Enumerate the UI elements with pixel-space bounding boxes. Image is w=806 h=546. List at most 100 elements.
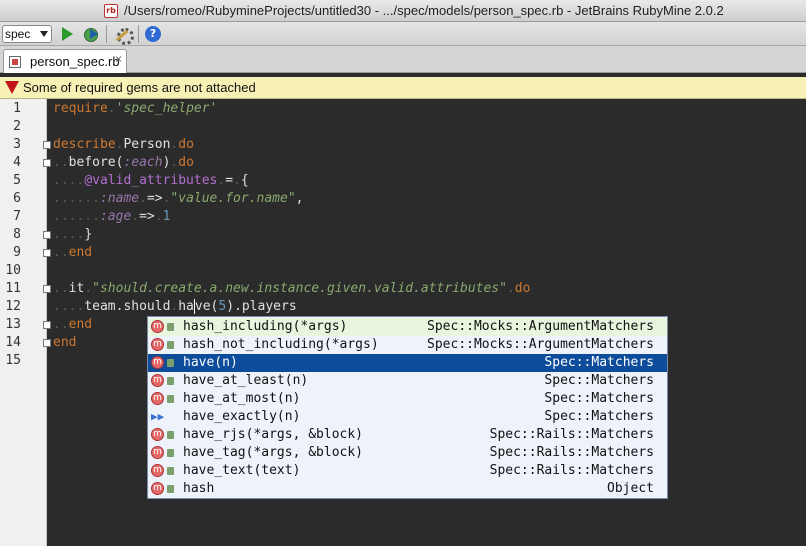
line-number: 7 — [13, 209, 21, 224]
line-number: 10 — [5, 263, 21, 278]
title-bar: rb /Users/romeo/RubymineProjects/untitle… — [0, 0, 806, 22]
method-icon: m — [151, 428, 164, 441]
toolbar-divider — [138, 25, 139, 43]
completion-item-type: Spec::Rails::Matchers — [489, 445, 654, 460]
line-number: 5 — [13, 173, 21, 188]
method-icon: m — [151, 464, 164, 477]
fold-marker-icon[interactable] — [43, 285, 51, 293]
code-line[interactable]: ..end — [53, 316, 92, 334]
line-number: 8 — [13, 227, 21, 242]
line-number: 11 — [5, 281, 21, 296]
editor-tab-strip: person_spec.rb × — [0, 46, 806, 73]
code-line[interactable]: ....team.should.have(5).players — [53, 298, 297, 316]
completion-item-name: have_text(text) — [183, 463, 301, 478]
run-config-label: spec — [5, 27, 31, 41]
code-line[interactable]: ....} — [53, 226, 92, 244]
public-visibility-icon — [167, 323, 174, 331]
method-icon: m — [151, 374, 164, 387]
completion-item[interactable]: m have_at_least(n) Spec::Matchers — [148, 372, 667, 390]
code-line[interactable]: describe.Person.do — [53, 136, 194, 154]
completion-item-name: have(n) — [183, 355, 238, 370]
chevron-down-icon — [40, 31, 48, 37]
method-icon: m — [151, 356, 164, 369]
warning-banner: Some of required gems are not attached — [0, 77, 806, 99]
debug-icon[interactable] — [82, 25, 100, 43]
line-number: 6 — [13, 191, 21, 206]
line-number: 13 — [5, 317, 21, 332]
code-completion-popup[interactable]: m hash_including(*args) Spec::Mocks::Argum… — [147, 316, 668, 499]
fold-marker-icon[interactable] — [43, 159, 51, 167]
completion-item[interactable]: ▶▶ have_exactly(n) Spec::Matchers — [148, 408, 667, 426]
help-icon[interactable]: ? — [145, 26, 161, 42]
close-icon[interactable]: × — [115, 52, 122, 66]
completion-item-name: hash_including(*args) — [183, 319, 348, 334]
line-number: 15 — [5, 353, 21, 368]
completion-item[interactable]: m hash_including(*args) Spec::Mocks::Argum… — [148, 318, 667, 336]
public-visibility-icon — [167, 377, 174, 385]
fold-marker-icon[interactable] — [43, 339, 51, 347]
completion-item-name: hash — [183, 481, 215, 496]
public-visibility-icon — [167, 449, 174, 457]
line-number: 9 — [13, 245, 21, 260]
alias-icon: ▶▶ — [151, 410, 165, 423]
completion-item-type: Spec::Matchers — [544, 391, 654, 406]
tab-person-spec[interactable]: person_spec.rb × — [3, 49, 127, 73]
ruby-file-icon — [9, 56, 21, 68]
code-line[interactable]: end — [53, 334, 76, 352]
completion-item[interactable]: m have_rjs(*args, &block) Spec::Rails::Mat… — [148, 426, 667, 444]
fold-marker-icon[interactable] — [43, 141, 51, 149]
completion-item[interactable]: m have(n) Spec::Matchers — [148, 354, 667, 372]
completion-item-type: Spec::Matchers — [544, 355, 654, 370]
completion-item-type: Spec::Matchers — [544, 373, 654, 388]
code-line[interactable]: ..it."should.create.a.new.instance.given… — [53, 280, 530, 298]
toolbar: spec ? — [0, 22, 806, 46]
fold-marker-icon[interactable] — [43, 231, 51, 239]
completion-item-name: have_at_most(n) — [183, 391, 301, 406]
settings-icon[interactable] — [114, 25, 134, 45]
code-line[interactable]: ......:name.=>."value.for.name", — [53, 190, 303, 208]
completion-item-name: hash_not_including(*args) — [183, 337, 379, 352]
line-number: 3 — [13, 137, 21, 152]
method-icon: m — [151, 338, 164, 351]
completion-item[interactable]: m have_tag(*args, &block) Spec::Rails::Mat… — [148, 444, 667, 462]
window-title: /Users/romeo/RubymineProjects/untitled30… — [124, 3, 724, 18]
run-icon[interactable] — [58, 25, 76, 43]
completion-item[interactable]: m have_at_most(n) Spec::Matchers — [148, 390, 667, 408]
code-line[interactable]: ....@valid_attributes.=.{ — [53, 172, 249, 190]
method-icon: m — [151, 320, 164, 333]
ruby-file-icon: rb — [104, 4, 118, 18]
completion-item-type: Spec::Mocks::ArgumentMatchers — [427, 337, 654, 352]
tab-label: person_spec.rb — [30, 54, 120, 69]
completion-item-type: Spec::Matchers — [544, 409, 654, 424]
completion-item-name: have_rjs(*args, &block) — [183, 427, 364, 442]
ruby-gem-icon — [5, 81, 19, 94]
completion-item-name: have_tag(*args, &block) — [183, 445, 364, 460]
fold-marker-icon[interactable] — [43, 321, 51, 329]
code-line[interactable]: ..end — [53, 244, 92, 262]
method-icon: m — [151, 392, 164, 405]
line-number: 14 — [5, 335, 21, 350]
completion-item-type: Spec::Mocks::ArgumentMatchers — [427, 319, 654, 334]
run-config-select[interactable]: spec — [2, 25, 52, 43]
public-visibility-icon — [167, 431, 174, 439]
completion-item[interactable]: m hash_not_including(*args) Spec::Mocks::A… — [148, 336, 667, 354]
line-number: 4 — [13, 155, 21, 170]
code-line[interactable]: require.'spec_helper' — [53, 100, 217, 118]
public-visibility-icon — [167, 395, 174, 403]
public-visibility-icon — [167, 467, 174, 475]
completion-item-name: have_exactly(n) — [183, 409, 301, 424]
public-visibility-icon — [167, 485, 174, 493]
code-line[interactable]: ......:age.=>.1 — [53, 208, 170, 226]
toolbar-divider — [106, 25, 107, 43]
completion-item[interactable]: m have_text(text) Spec::Rails::Matchers — [148, 462, 667, 480]
code-line[interactable]: ..before(:each).do — [53, 154, 194, 172]
completion-item-type: Spec::Rails::Matchers — [489, 427, 654, 442]
public-visibility-icon — [167, 359, 174, 367]
public-visibility-icon — [167, 341, 174, 349]
completion-item-type: Spec::Rails::Matchers — [489, 463, 654, 478]
completion-item[interactable]: m hash Object — [148, 480, 667, 498]
fold-marker-icon[interactable] — [43, 249, 51, 257]
completion-item-name: have_at_least(n) — [183, 373, 309, 388]
method-icon: m — [151, 446, 164, 459]
line-number: 1 — [13, 101, 21, 116]
